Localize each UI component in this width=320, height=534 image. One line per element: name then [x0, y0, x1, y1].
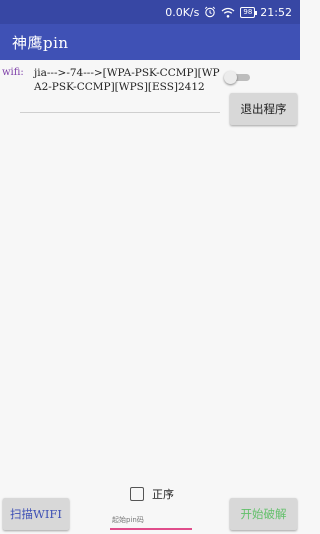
app-bar: 神鹰pin — [0, 24, 300, 60]
status-icons: 0.0K/s 98 21:52 — [165, 0, 292, 24]
wifi-label: wifi: — [2, 67, 24, 78]
status-time: 21:52 — [260, 5, 292, 19]
wifi-selector-underline — [20, 112, 220, 113]
order-checkbox-row[interactable]: 正序 — [130, 486, 174, 502]
wifi-signal-icon — [221, 7, 235, 18]
network-speed: 0.0K/s — [165, 5, 200, 19]
app-title: 神鹰pin — [12, 34, 69, 52]
status-bar: 0.0K/s 98 21:52 — [0, 0, 300, 24]
wifi-toggle-switch[interactable] — [224, 70, 250, 84]
wifi-network-selector[interactable]: jia--->-74--->[WPA-PSK-CCMP][WPA2-PSK-CC… — [34, 66, 220, 94]
start-crack-button[interactable]: 开始破解 — [230, 498, 297, 530]
scan-wifi-button[interactable]: 扫描WIFI — [3, 498, 69, 530]
order-label: 正序 — [152, 488, 174, 501]
battery-icon: 98 — [240, 6, 258, 18]
alarm-icon — [205, 6, 216, 18]
start-pin-input[interactable] — [110, 512, 192, 530]
order-checkbox[interactable] — [130, 487, 144, 501]
toggle-thumb — [224, 71, 237, 84]
exit-button[interactable]: 退出程序 — [230, 93, 297, 125]
